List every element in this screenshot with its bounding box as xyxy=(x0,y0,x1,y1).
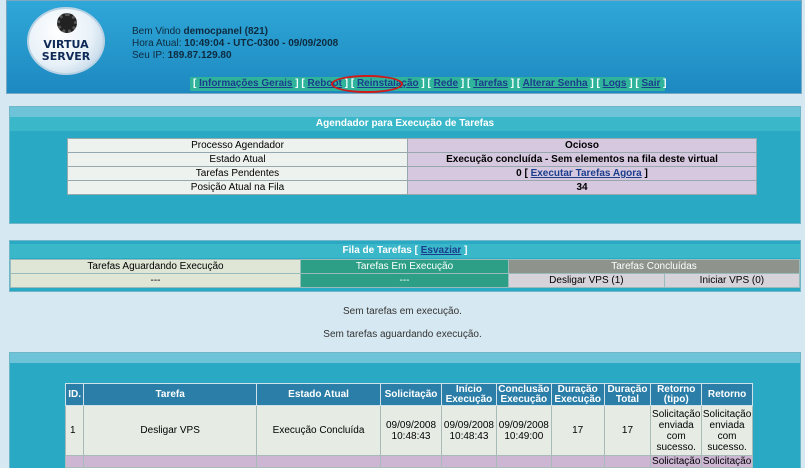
ip-label: Seu IP: xyxy=(132,50,168,61)
table-row: Tarefas Pendentes 0 [ Executar Tarefas A… xyxy=(67,166,757,181)
col-total-duration: Duração Total xyxy=(603,383,652,406)
current-time: 10:49:04 - UTC-0300 - 09/09/2008 xyxy=(184,38,339,49)
table-row: Solicitação Solicitação xyxy=(64,455,753,468)
task-queue-panel: Fila de Tarefas [ Esvaziar ] Tarefas Agu… xyxy=(9,240,801,292)
clear-queue-link[interactable]: Esvaziar xyxy=(421,245,462,256)
time-label: Hora Atual: xyxy=(132,38,185,49)
task-return-type: Solicitação enviada com sucesso. xyxy=(650,405,703,456)
task-requested: 09/09/2008 10:48:43 xyxy=(380,405,442,456)
table-row: --- --- Desligar VPS (1) Iniciar VPS (0) xyxy=(10,273,801,288)
col-return: Retorno xyxy=(701,383,753,406)
nav-sair[interactable]: Sair xyxy=(641,78,660,89)
row-label: Estado Atual xyxy=(67,152,408,167)
col-return-type: Retorno (tipo) xyxy=(650,383,703,406)
run-tasks-now-link[interactable]: Executar Tarefas Agora xyxy=(531,168,642,179)
user-ip: 189.87.129.80 xyxy=(167,50,232,61)
highlight-circle-annotation xyxy=(331,75,403,93)
scheduler-table: Processo Agendador Ocioso Estado Atual E… xyxy=(67,138,757,195)
gear-icon xyxy=(57,13,77,33)
nav-logs[interactable]: Logs xyxy=(603,78,627,89)
tasks-history-panel: ID. Tarefa Estado Atual Solicitação Iníc… xyxy=(9,352,801,468)
task-finished: 09/09/2008 10:49:00 xyxy=(495,405,552,456)
col-requested: Solicitação xyxy=(380,383,442,406)
nav-rede[interactable]: Rede xyxy=(434,78,458,89)
task-state: Execução Concluída xyxy=(256,405,382,456)
welcome-block: Bem Vindo democpanel (821) Hora Atual: 1… xyxy=(132,26,338,62)
done-shutdown: Desligar VPS (1) xyxy=(508,273,665,288)
table-row: 1 Desligar VPS Execução Concluída 09/09/… xyxy=(64,405,753,456)
running-value: --- xyxy=(300,273,509,288)
logo-line2: SERVER xyxy=(41,50,91,63)
table-row: Posição Atual na Fila 34 xyxy=(67,180,757,195)
nav-informacoes-gerais[interactable]: Informações Gerais xyxy=(199,78,292,89)
col-state: Estado Atual xyxy=(256,383,382,406)
table-header-row: ID. Tarefa Estado Atual Solicitação Iníc… xyxy=(64,383,753,406)
scheduler-title: Agendador para Execução de Tarefas xyxy=(10,117,800,131)
done-header: Tarefas Concluídas xyxy=(508,259,800,274)
main-nav: [ Informações Gerais ] [ Reboot ] [ Rein… xyxy=(190,77,667,91)
task-started: 09/09/2008 10:48:43 xyxy=(441,405,497,456)
task-exec-duration: 17 xyxy=(550,405,605,456)
time-line: Hora Atual: 10:49:04 - UTC-0300 - 09/09/… xyxy=(132,38,338,50)
scheduler-process-value: Ocioso xyxy=(407,138,757,153)
virtua-server-logo: VIRTUA SERVER xyxy=(27,7,105,75)
col-start: Início Execução xyxy=(441,383,497,406)
table-row: Tarefas Aguardando Execução Tarefas Em E… xyxy=(10,259,800,274)
welcome-label: Bem Vindo xyxy=(132,26,184,37)
task-id: 1 xyxy=(64,405,85,456)
task-return: Solicitação enviada com sucesso. xyxy=(701,405,753,456)
queue-title: Fila de Tarefas [ Esvaziar ] xyxy=(10,244,800,258)
queue-position-value: 34 xyxy=(407,180,757,195)
header-banner: VIRTUA SERVER Bem Vindo democpanel (821)… xyxy=(6,0,802,94)
no-running-message: Sem tarefas em execução. xyxy=(343,306,462,317)
nav-tarefas[interactable]: Tarefas xyxy=(473,78,508,89)
ip-line: Seu IP: 189.87.129.80 xyxy=(132,50,338,62)
tasks-table: ID. Tarefa Estado Atual Solicitação Iníc… xyxy=(64,383,753,468)
pending-tasks-value: 0 [ Executar Tarefas Agora ] xyxy=(407,166,757,181)
row-label: Tarefas Pendentes xyxy=(67,166,408,181)
table-row: Processo Agendador Ocioso xyxy=(67,138,757,153)
row-label: Posição Atual na Fila xyxy=(67,180,408,195)
task-total-duration: 17 xyxy=(603,405,652,456)
row-label: Processo Agendador xyxy=(67,138,408,153)
running-header: Tarefas Em Execução xyxy=(300,259,509,274)
col-task: Tarefa xyxy=(83,383,258,406)
task-name: Desligar VPS xyxy=(83,405,258,456)
col-finish: Conclusão Execução xyxy=(495,383,552,406)
next-return-type: Solicitação xyxy=(650,455,703,468)
welcome-line: Bem Vindo democpanel (821) xyxy=(132,26,338,38)
done-start: Iniciar VPS (0) xyxy=(663,273,801,288)
nav-alterar-senha[interactable]: Alterar Senha xyxy=(523,78,588,89)
pending-count: 0 xyxy=(516,168,522,179)
queue-table: Tarefas Aguardando Execução Tarefas Em E… xyxy=(10,259,801,288)
scheduler-panel: Agendador para Execução de Tarefas Proce… xyxy=(9,106,801,224)
col-id: ID. xyxy=(64,383,85,406)
waiting-header: Tarefas Aguardando Execução xyxy=(10,259,301,274)
table-row: Estado Atual Execução concluída - Sem el… xyxy=(67,152,757,167)
current-state-value: Execução concluída - Sem elementos na fi… xyxy=(407,152,757,167)
next-return: Solicitação xyxy=(701,455,753,468)
no-waiting-message: Sem tarefas aguardando execução. xyxy=(323,329,482,340)
waiting-value: --- xyxy=(10,273,301,288)
col-exec-duration: Duração Execução xyxy=(550,383,605,406)
username: democpanel (821) xyxy=(183,26,268,37)
